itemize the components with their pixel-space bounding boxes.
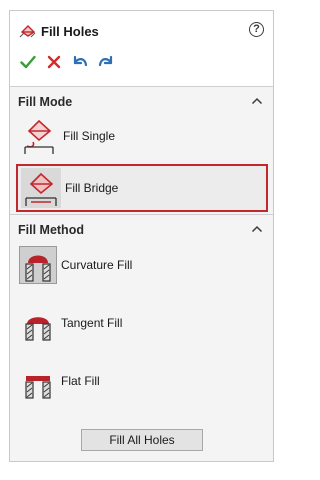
x-icon — [47, 55, 61, 69]
tangent-fill-label: Tangent Fill — [61, 316, 123, 330]
fill-all-holes-button[interactable]: Fill All Holes — [81, 429, 203, 451]
fill-mode-label: Fill Mode — [18, 95, 73, 109]
action-bar — [19, 53, 115, 71]
fill-method-header[interactable]: Fill Method — [10, 219, 273, 241]
fill-holes-icon — [19, 23, 37, 39]
section-divider — [10, 214, 273, 215]
undo-button[interactable] — [71, 53, 89, 71]
panel-title: Fill Holes — [41, 23, 99, 39]
curvature-fill-icon — [19, 246, 57, 284]
curvature-fill-label: Curvature Fill — [61, 258, 133, 272]
fill-method-label: Fill Method — [18, 223, 84, 237]
checkmark-icon — [20, 55, 36, 69]
tangent-fill-icon — [19, 304, 57, 342]
fill-mode-header[interactable]: Fill Mode — [10, 91, 273, 113]
tangent-fill-option[interactable]: Tangent Fill — [19, 301, 264, 345]
chevron-up-icon[interactable] — [251, 224, 263, 234]
fill-bridge-option[interactable]: Fill Bridge — [16, 164, 268, 212]
flat-fill-option[interactable]: Flat Fill — [19, 359, 264, 403]
fill-single-icon — [19, 116, 59, 156]
cancel-button[interactable] — [45, 53, 63, 71]
section-divider — [10, 86, 273, 87]
flat-fill-label: Flat Fill — [61, 374, 100, 388]
question-circle-icon[interactable]: ? — [249, 22, 264, 37]
panel-header: Fill Holes ? — [10, 11, 273, 86]
fill-bridge-icon — [21, 168, 61, 208]
chevron-up-icon[interactable] — [251, 96, 263, 106]
undo-icon — [73, 55, 88, 67]
flat-fill-icon — [19, 362, 57, 400]
fill-single-option[interactable]: Fill Single — [19, 116, 264, 156]
redo-icon — [98, 55, 113, 67]
curvature-fill-option[interactable]: Curvature Fill — [19, 243, 264, 287]
fill-holes-panel: Fill Holes ? Fill Mode Fill Single Fill … — [9, 10, 274, 462]
fill-single-label: Fill Single — [63, 129, 116, 143]
redo-button[interactable] — [97, 53, 115, 71]
ok-button[interactable] — [19, 53, 37, 71]
title-row: Fill Holes — [19, 21, 99, 41]
fill-bridge-label: Fill Bridge — [65, 181, 119, 195]
